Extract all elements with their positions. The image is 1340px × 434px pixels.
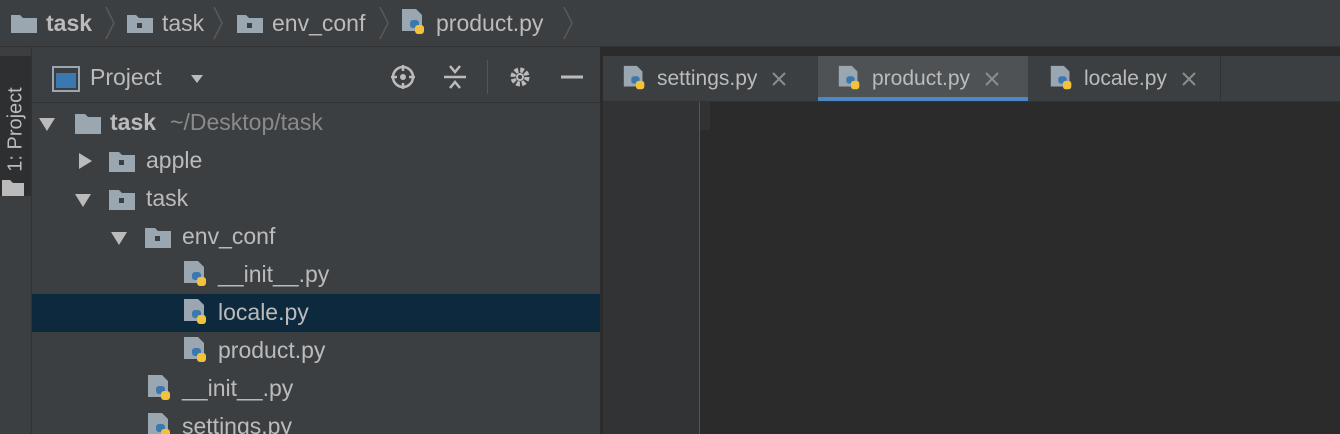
python-file-icon xyxy=(148,413,170,434)
chevron-down-icon[interactable] xyxy=(190,74,204,84)
breadcrumb: task task env_conf product.py xyxy=(0,0,1340,47)
chevron-right-icon[interactable] xyxy=(76,152,94,170)
package-folder-icon xyxy=(127,15,153,33)
header-divider xyxy=(487,60,488,94)
chevron-right-icon xyxy=(379,6,389,40)
package-folder-icon xyxy=(109,190,135,210)
tree-item-label: settings.py xyxy=(182,413,292,434)
tree-item-label: locale.py xyxy=(218,299,309,325)
breadcrumb-label: product.py xyxy=(436,9,544,36)
tab-locale-py[interactable]: locale.py xyxy=(1030,56,1220,101)
breadcrumb-label: task xyxy=(162,9,205,36)
tree-item-label: __init__.py xyxy=(182,375,294,401)
tab-product-py[interactable]: product.py xyxy=(818,56,1028,101)
tree-item-label: apple xyxy=(146,147,203,173)
breadcrumb-item-product-py[interactable]: product.py xyxy=(400,0,543,46)
python-file-icon xyxy=(402,9,424,34)
tree-item-env-conf[interactable]: env_conf xyxy=(32,218,600,256)
breadcrumb-item-task-package[interactable]: task xyxy=(126,0,204,46)
chevron-right-icon xyxy=(213,6,223,40)
package-folder-icon xyxy=(237,15,263,33)
tab-settings-py[interactable]: settings.py xyxy=(603,56,817,101)
tree-item-task-root[interactable]: task ~/Desktop/task xyxy=(32,104,600,142)
active-tab-indicator xyxy=(818,97,1028,101)
chevron-right-icon xyxy=(563,6,573,40)
python-file-icon xyxy=(184,261,206,286)
close-icon[interactable] xyxy=(771,71,787,87)
tree-item-apple[interactable]: apple xyxy=(32,142,600,180)
tree-item-product-py[interactable]: product.py xyxy=(32,332,600,370)
folder-icon xyxy=(75,114,101,134)
tree-item-settings-py[interactable]: settings.py xyxy=(32,408,600,434)
tab-label: product.py xyxy=(872,66,971,90)
collapse-all-icon[interactable] xyxy=(440,62,470,92)
project-view-selector[interactable]: Project xyxy=(90,64,162,91)
editor-gutter[interactable] xyxy=(603,102,700,434)
close-icon[interactable] xyxy=(1181,71,1197,87)
chevron-down-icon[interactable] xyxy=(38,115,56,133)
chevron-right-icon xyxy=(105,6,115,40)
python-file-icon xyxy=(184,337,206,362)
python-file-icon xyxy=(623,65,645,89)
folder-icon xyxy=(2,180,24,196)
tree-item-label: task xyxy=(146,185,189,211)
tree-item-label: product.py xyxy=(218,337,326,363)
code-editor[interactable] xyxy=(700,102,1340,434)
breadcrumb-item-env-conf[interactable]: env_conf xyxy=(236,0,365,46)
breadcrumb-item-task-root[interactable]: task xyxy=(10,0,92,46)
tree-item-label: __init__.py xyxy=(218,261,330,287)
tree-item-label: env_conf xyxy=(182,223,276,249)
tree-item-path: ~/Desktop/task xyxy=(170,109,323,135)
tree-item-env-conf-init-py[interactable]: __init__.py xyxy=(32,256,600,294)
python-file-icon xyxy=(184,299,206,324)
project-tool-window-label: 1: Project xyxy=(4,87,27,172)
hide-icon[interactable] xyxy=(557,62,587,92)
package-folder-icon xyxy=(145,228,171,248)
tree-item-locale-py[interactable]: locale.py xyxy=(32,294,600,332)
python-file-icon xyxy=(1050,65,1072,89)
caret-line-highlight xyxy=(700,102,710,130)
tab-divider xyxy=(1220,56,1221,101)
gear-icon[interactable] xyxy=(505,62,535,92)
python-file-icon xyxy=(838,65,860,89)
folder-icon xyxy=(11,15,37,33)
tab-label: locale.py xyxy=(1084,66,1167,90)
close-icon[interactable] xyxy=(984,71,1000,87)
chevron-down-icon[interactable] xyxy=(110,229,128,247)
chevron-down-icon[interactable] xyxy=(74,191,92,209)
package-folder-icon xyxy=(109,152,135,172)
locate-icon[interactable] xyxy=(388,62,418,92)
tree-item-task-package[interactable]: task xyxy=(32,180,600,218)
python-file-icon xyxy=(148,375,170,400)
tab-label: settings.py xyxy=(657,66,758,90)
breadcrumb-label: env_conf xyxy=(272,9,366,36)
tree-item-label: task xyxy=(110,109,157,135)
tree-item-task-init-py[interactable]: __init__.py xyxy=(32,370,600,408)
breadcrumb-label: task xyxy=(46,9,93,36)
project-view-icon xyxy=(52,66,80,92)
